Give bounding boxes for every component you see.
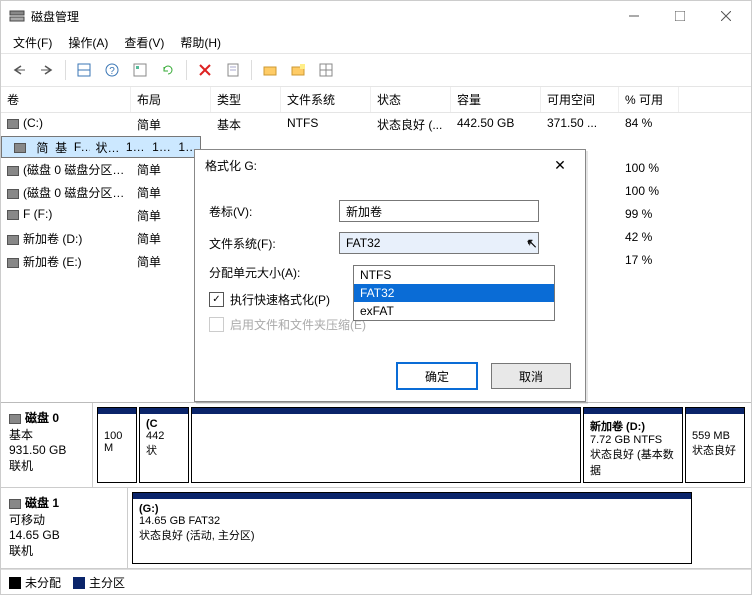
close-button[interactable] (703, 1, 749, 31)
partition[interactable]: (G:)14.65 GB FAT32状态良好 (活动, 主分区) (132, 492, 692, 564)
options-icon[interactable] (314, 58, 338, 82)
col-volume[interactable]: 卷 (1, 87, 131, 112)
dialog-title: 格式化 G: (205, 157, 545, 174)
legend-primary: 主分区 (73, 574, 125, 591)
menubar: 文件(F) 操作(A) 查看(V) 帮助(H) (1, 31, 751, 53)
partition[interactable] (191, 407, 581, 483)
col-type[interactable]: 类型 (211, 87, 281, 112)
partition[interactable]: (C442状 (139, 407, 189, 483)
forward-button[interactable] (35, 58, 59, 82)
volume-row[interactable]: (C:)简单基本NTFS状态良好 (...442.50 GB371.50 ...… (1, 113, 751, 136)
help-icon[interactable]: ? (100, 58, 124, 82)
view-panes-icon[interactable] (72, 58, 96, 82)
volume-row[interactable]: (G:)简单基本FAT32状态良好 (...14.63 GB14.63 GB10… (1, 136, 201, 158)
legend: 未分配 主分区 (1, 569, 751, 594)
label-allocation: 分配单元大小(A): (209, 264, 339, 281)
menu-help[interactable]: 帮助(H) (174, 32, 227, 53)
dialog-close-button[interactable]: ✕ (545, 157, 575, 174)
checkbox-unchecked-icon (209, 317, 224, 332)
disk-partitions: (G:)14.65 GB FAT32状态良好 (活动, 主分区) (128, 488, 751, 568)
back-button[interactable] (7, 58, 31, 82)
col-capacity[interactable]: 容量 (451, 87, 541, 112)
legend-unallocated: 未分配 (9, 574, 61, 591)
col-pct[interactable]: % 可用 (619, 87, 679, 112)
cancel-button[interactable]: 取消 (491, 363, 571, 389)
checkbox-checked-icon: ✓ (209, 292, 224, 307)
disk-row: 磁盘 0基本931.50 GB联机100 M(C442状 新加卷 (D:)7.72… (1, 403, 751, 488)
col-status[interactable]: 状态 (371, 87, 451, 112)
new-folder-icon[interactable] (286, 58, 310, 82)
filesystem-dropdown[interactable]: NTFSFAT32exFAT (353, 265, 555, 321)
refresh-icon[interactable] (156, 58, 180, 82)
filesystem-value: FAT32 (346, 236, 380, 250)
dialog-titlebar: 格式化 G: ✕ (195, 150, 585, 180)
svg-text:?: ? (109, 66, 115, 77)
toolbar: ? (1, 53, 751, 87)
col-layout[interactable]: 布局 (131, 87, 211, 112)
app-icon (9, 8, 25, 24)
disk-info: 磁盘 1可移动14.65 GB联机 (1, 488, 128, 568)
partition[interactable]: 100 M (97, 407, 137, 483)
window-title: 磁盘管理 (31, 8, 611, 25)
disk-pane: 磁盘 0基本931.50 GB联机100 M(C442状 新加卷 (D:)7.72… (1, 402, 751, 569)
partition[interactable]: 新加卷 (D:)7.72 GB NTFS状态良好 (基本数据 (583, 407, 683, 483)
properties-icon[interactable] (221, 58, 245, 82)
col-fs[interactable]: 文件系统 (281, 87, 371, 112)
delete-icon[interactable] (193, 58, 217, 82)
filesystem-select[interactable]: FAT32 ▾ (339, 232, 539, 254)
menu-file[interactable]: 文件(F) (7, 32, 58, 53)
settings-icon[interactable] (128, 58, 152, 82)
filesystem-option[interactable]: FAT32 (354, 284, 554, 302)
volume-list-header: 卷 布局 类型 文件系统 状态 容量 可用空间 % 可用 (1, 87, 751, 113)
label-volume: 卷标(V): (209, 203, 339, 220)
maximize-button[interactable] (657, 1, 703, 31)
disk-partitions: 100 M(C442状 新加卷 (D:)7.72 GB NTFS状态良好 (基本数… (93, 403, 751, 487)
partition[interactable]: 559 MB状态良好 (685, 407, 745, 483)
chevron-down-icon: ▾ (527, 238, 532, 249)
menu-action[interactable]: 操作(A) (62, 32, 114, 53)
filesystem-option[interactable]: exFAT (354, 302, 554, 320)
titlebar: 磁盘管理 (1, 1, 751, 31)
disk-row: 磁盘 1可移动14.65 GB联机(G:)14.65 GB FAT32状态良好 … (1, 488, 751, 569)
col-free[interactable]: 可用空间 (541, 87, 619, 112)
filesystem-option[interactable]: NTFS (354, 266, 554, 284)
menu-view[interactable]: 查看(V) (118, 32, 170, 53)
volume-label-input[interactable] (339, 200, 539, 222)
folder-icon[interactable] (258, 58, 282, 82)
disk-management-window: 磁盘管理 文件(F) 操作(A) 查看(V) 帮助(H) ? 卷 布局 类型 文… (0, 0, 752, 595)
minimize-button[interactable] (611, 1, 657, 31)
ok-button[interactable]: 确定 (397, 363, 477, 389)
disk-info: 磁盘 0基本931.50 GB联机 (1, 403, 93, 487)
format-dialog: 格式化 G: ✕ 卷标(V): 文件系统(F): FAT32 ▾ ↖ NTFSF… (194, 149, 586, 402)
label-filesystem: 文件系统(F): (209, 235, 339, 252)
